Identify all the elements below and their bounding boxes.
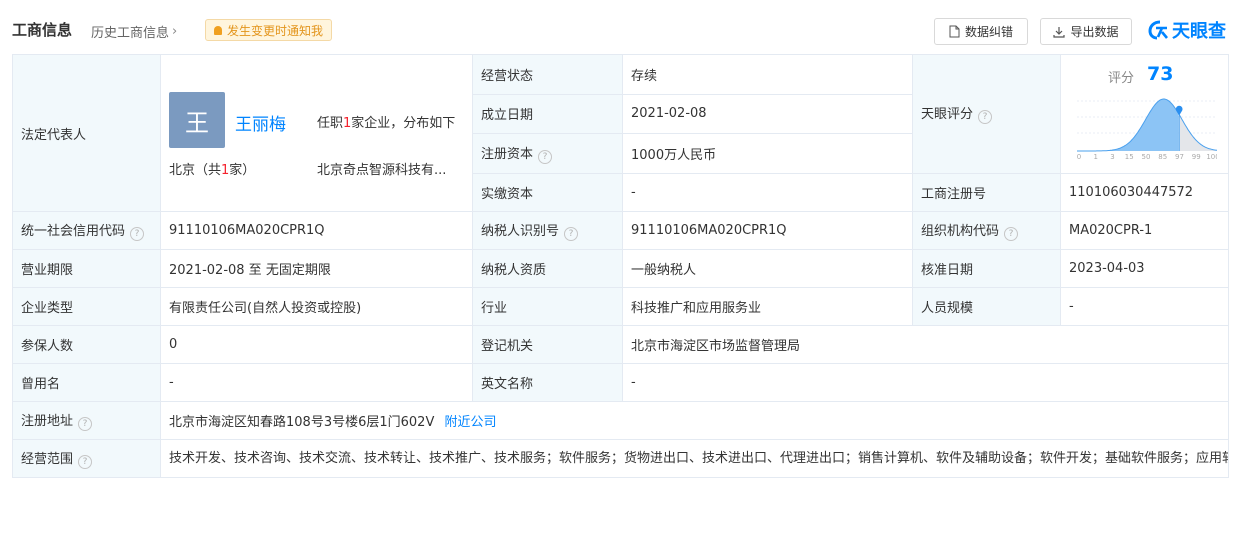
history-label: 历史工商信息 xyxy=(91,26,170,41)
export-label: 导出数据 xyxy=(1070,25,1119,39)
score-distribution-chart: 0 1 3 15 50 85 97 99 100 xyxy=(1077,98,1217,161)
authority-label: 登记机关 xyxy=(472,325,623,364)
insured-label: 参保人数 xyxy=(12,325,161,364)
score-axis-tick: 100 xyxy=(1206,153,1217,161)
status-label: 经营状态 xyxy=(472,54,623,95)
help-icon[interactable]: ? xyxy=(538,149,553,164)
reg-number-label: 工商注册号 xyxy=(912,172,1061,213)
org-code-value: MA020CPR-1 xyxy=(1060,211,1229,250)
legal-rep-company[interactable]: 北京奇点智源科技有... xyxy=(317,159,446,178)
tianyancha-logo[interactable]: 天眼查 xyxy=(1148,17,1226,43)
address-label-cell: 注册地址? xyxy=(12,401,161,440)
help-icon[interactable]: ? xyxy=(78,417,93,431)
taxpayer-id-label: 纳税人识别号 xyxy=(481,224,560,239)
score-axis-tick: 50 xyxy=(1142,153,1151,161)
english-name-value: - xyxy=(622,363,1229,402)
score-label: 天眼评分 xyxy=(921,107,974,123)
business-info-table: 法定代表人 王 王丽梅 任职1家企业，分布如下 北京（共1家） 北京奇点智源科技… xyxy=(12,54,1229,478)
help-icon[interactable]: ? xyxy=(130,227,145,241)
industry-label: 行业 xyxy=(472,287,623,326)
data-correct-button[interactable]: 数据纠错 xyxy=(934,18,1028,45)
org-code-label: 组织机构代码 xyxy=(921,224,1000,239)
founded-label: 成立日期 xyxy=(472,93,623,135)
english-name-label: 英文名称 xyxy=(472,363,623,402)
legal-rep-name[interactable]: 王丽梅 xyxy=(235,110,286,135)
address-value: 北京市海淀区知春路108号3号楼6层1门602V xyxy=(169,415,435,430)
credit-code-label-cell: 统一社会信用代码? xyxy=(12,211,161,250)
term-value: 2021-02-08 至 无固定期限 xyxy=(160,249,473,288)
former-name-label: 曾用名 xyxy=(12,363,161,402)
address-cell: 北京市海淀区知春路108号3号楼6层1门602V 附近公司 xyxy=(160,401,1229,440)
help-icon[interactable]: ? xyxy=(564,227,579,241)
section-title: 工商信息 xyxy=(12,21,73,39)
founded-value: 2021-02-08 xyxy=(622,93,913,135)
approve-date-value: 2023-04-03 xyxy=(1060,249,1229,288)
scope-label: 经营范围 xyxy=(21,452,74,467)
insured-value: 0 xyxy=(160,325,473,364)
reg-capital-label-cell: 注册资本? xyxy=(472,133,623,174)
staff-value: - xyxy=(1060,287,1229,326)
industry-value: 科技推广和应用服务业 xyxy=(622,287,913,326)
former-name-value: - xyxy=(160,363,473,402)
scope-value: 技术开发、技术咨询、技术交流、技术转让、技术推广、技术服务；软件服务；货物进出口… xyxy=(160,439,1229,478)
paid-capital-label: 实缴资本 xyxy=(472,172,623,213)
score-axis-tick: 99 xyxy=(1192,153,1201,161)
company-type-value: 有限责任公司(自然人投资或控股) xyxy=(160,287,473,326)
credit-code-label: 统一社会信用代码 xyxy=(21,224,126,239)
term-label: 营业期限 xyxy=(12,249,161,288)
score-axis-tick: 0 xyxy=(1077,153,1081,161)
download-icon xyxy=(1053,26,1066,38)
org-code-label-cell: 组织机构代码? xyxy=(912,211,1061,250)
address-label: 注册地址 xyxy=(21,414,74,429)
history-link[interactable]: 历史工商信息 › xyxy=(91,22,177,41)
export-data-button[interactable]: 导出数据 xyxy=(1040,18,1132,45)
reg-capital-label: 注册资本 xyxy=(481,146,534,162)
score-axis-tick: 85 xyxy=(1158,153,1167,161)
scope-label-cell: 经营范围? xyxy=(12,439,161,478)
score-axis-tick: 1 xyxy=(1094,153,1098,161)
authority-value: 北京市海淀区市场监督管理局 xyxy=(622,325,1229,364)
score-axis-tick: 97 xyxy=(1175,153,1184,161)
company-type-label: 企业类型 xyxy=(12,287,161,326)
score-cell[interactable]: 评分 73 0 1 3 15 50 85 97 99 100 xyxy=(1060,54,1229,174)
help-icon[interactable]: ? xyxy=(978,110,993,125)
legal-rep-posts: 任职1家企业，分布如下 xyxy=(317,116,456,131)
score-label-cell: 天眼评分? xyxy=(912,54,1061,174)
logo-mark-icon xyxy=(1148,20,1168,40)
avatar[interactable]: 王 xyxy=(169,92,225,148)
credit-code-value: 91110106MA020CPR1Q xyxy=(160,211,473,250)
bell-icon xyxy=(214,25,222,35)
notify-change-button[interactable]: 发生变更时通知我 xyxy=(205,19,333,41)
paid-capital-value: - xyxy=(622,172,913,213)
taxpayer-type-label: 纳税人资质 xyxy=(472,249,623,288)
reg-capital-value: 1000万人民币 xyxy=(622,133,913,174)
score-axis-tick: 15 xyxy=(1125,153,1134,161)
reg-number-value: 110106030447572 xyxy=(1060,172,1229,213)
legal-rep-cell: 王 王丽梅 任职1家企业，分布如下 北京（共1家） 北京奇点智源科技有... xyxy=(160,54,473,212)
taxpayer-id-value: 91110106MA020CPR1Q xyxy=(622,211,913,250)
score-title: 评分 xyxy=(1108,71,1135,87)
notify-label: 发生变更时通知我 xyxy=(227,23,324,38)
taxpayer-id-label-cell: 纳税人识别号? xyxy=(472,211,623,250)
legal-rep-label: 法定代表人 xyxy=(12,54,161,212)
score-axis-tick: 3 xyxy=(1110,153,1114,161)
logo-text: 天眼查 xyxy=(1172,21,1226,42)
document-icon xyxy=(949,25,960,38)
nearby-companies-link[interactable]: 附近公司 xyxy=(444,415,496,430)
correct-label: 数据纠错 xyxy=(964,25,1013,39)
taxpayer-type-value: 一般纳税人 xyxy=(622,249,913,288)
legal-rep-city: 北京（共1家） xyxy=(169,163,256,178)
header-bar: 工商信息 历史工商信息 › 发生变更时通知我 数据纠错 导出数据 天眼查 xyxy=(0,0,1236,54)
help-icon[interactable]: ? xyxy=(78,455,93,469)
chevron-right-icon: › xyxy=(172,24,178,39)
status-value: 存续 xyxy=(622,54,913,95)
staff-label: 人员规模 xyxy=(912,287,1061,326)
approve-date-label: 核准日期 xyxy=(912,249,1061,288)
score-value: 73 xyxy=(1147,63,1174,86)
help-icon[interactable]: ? xyxy=(1004,227,1019,241)
